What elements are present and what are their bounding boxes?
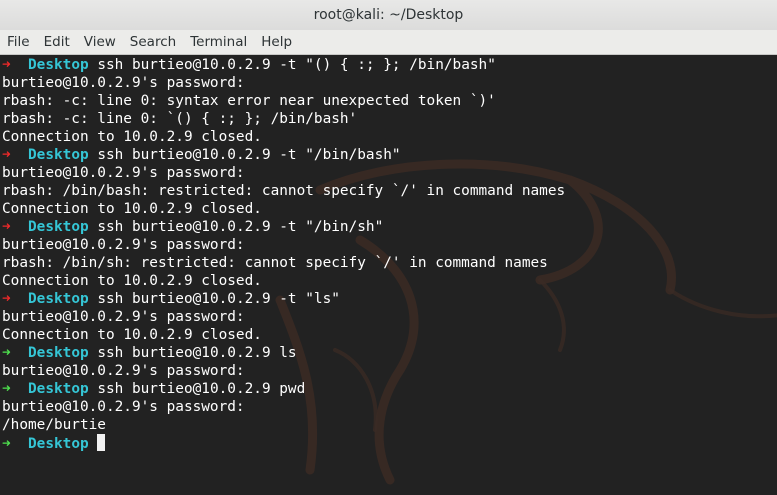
prompt-arrow-icon: ➜ [2,381,11,397]
prompt-directory: Desktop [28,436,89,452]
output-text: rbash: -c: line 0: syntax error near une… [2,93,496,109]
output-text: rbash: -c: line 0: `() { :; }; /bin/bash… [2,111,358,127]
menu-terminal[interactable]: Terminal [183,30,254,55]
output-line: burtieo@10.0.2.9's password: [2,236,565,254]
prompt-line: ➜ Desktop ssh burtieo@10.0.2.9 -t "ls" [2,290,565,308]
prompt-arrow-icon: ➜ [2,219,11,235]
menu-search[interactable]: Search [123,30,183,55]
output-line: burtieo@10.0.2.9's password: [2,308,565,326]
output-text: burtieo@10.0.2.9's password: [2,399,245,415]
prompt-arrow-icon: ➜ [2,57,11,73]
output-line: rbash: /bin/sh: restricted: cannot speci… [2,254,565,272]
output-line: Connection to 10.0.2.9 closed. [2,326,565,344]
output-line: rbash: -c: line 0: `() { :; }; /bin/bash… [2,110,565,128]
command-text: ssh burtieo@10.0.2.9 -t "ls" [97,291,340,307]
output-text: Connection to 10.0.2.9 closed. [2,201,262,217]
output-line: burtieo@10.0.2.9's password: [2,164,565,182]
prompt-line: ➜ Desktop ssh burtieo@10.0.2.9 -t "/bin/… [2,218,565,236]
output-line: /home/burtie [2,416,565,434]
terminal-window: root@kali: ~/Desktop File Edit View Sear… [0,0,777,495]
output-text: burtieo@10.0.2.9's password: [2,363,245,379]
output-line: rbash: /bin/bash: restricted: cannot spe… [2,182,565,200]
menubar: File Edit View Search Terminal Help [0,30,777,55]
prompt-directory: Desktop [28,147,89,163]
output-text: /home/burtie [2,417,106,433]
output-line: Connection to 10.0.2.9 closed. [2,128,565,146]
output-text: burtieo@10.0.2.9's password: [2,75,245,91]
prompt-line: ➜ Desktop ssh burtieo@10.0.2.9 ls [2,344,565,362]
output-text: rbash: /bin/sh: restricted: cannot speci… [2,255,548,271]
output-line: burtieo@10.0.2.9's password: [2,398,565,416]
terminal-output-area[interactable]: ➜ Desktop ssh burtieo@10.0.2.9 -t "() { … [0,55,777,495]
prompt-directory: Desktop [28,381,89,397]
output-text: burtieo@10.0.2.9's password: [2,165,245,181]
command-text: ssh burtieo@10.0.2.9 -t "/bin/sh" [97,219,384,235]
prompt-line: ➜ Desktop ssh burtieo@10.0.2.9 pwd [2,380,565,398]
output-line: Connection to 10.0.2.9 closed. [2,272,565,290]
command-text: ssh burtieo@10.0.2.9 -t "() { :; }; /bin… [97,57,496,73]
output-line: rbash: -c: line 0: syntax error near une… [2,92,565,110]
prompt-line: ➜ Desktop [2,434,565,452]
command-text: ssh burtieo@10.0.2.9 ls [97,345,297,361]
prompt-arrow-icon: ➜ [2,436,11,452]
output-text: Connection to 10.0.2.9 closed. [2,327,262,343]
menu-view[interactable]: View [77,30,123,55]
menu-help[interactable]: Help [254,30,299,55]
output-text: rbash: /bin/bash: restricted: cannot spe… [2,183,566,199]
prompt-directory: Desktop [28,291,89,307]
menu-edit[interactable]: Edit [37,30,77,55]
prompt-directory: Desktop [28,57,89,73]
output-text: Connection to 10.0.2.9 closed. [2,273,262,289]
window-title: root@kali: ~/Desktop [313,7,464,23]
window-titlebar[interactable]: root@kali: ~/Desktop [0,0,777,30]
command-text: ssh burtieo@10.0.2.9 -t "/bin/bash" [97,147,401,163]
prompt-directory: Desktop [28,219,89,235]
command-text: ssh burtieo@10.0.2.9 pwd [97,381,306,397]
output-line: Connection to 10.0.2.9 closed. [2,200,565,218]
output-line: burtieo@10.0.2.9's password: [2,74,565,92]
terminal-cursor [97,434,106,451]
prompt-line: ➜ Desktop ssh burtieo@10.0.2.9 -t "/bin/… [2,146,565,164]
prompt-arrow-icon: ➜ [2,291,11,307]
prompt-arrow-icon: ➜ [2,147,11,163]
output-text: burtieo@10.0.2.9's password: [2,309,245,325]
terminal-lines: ➜ Desktop ssh burtieo@10.0.2.9 -t "() { … [2,56,565,452]
prompt-line: ➜ Desktop ssh burtieo@10.0.2.9 -t "() { … [2,56,565,74]
prompt-directory: Desktop [28,345,89,361]
output-text: burtieo@10.0.2.9's password: [2,237,245,253]
prompt-arrow-icon: ➜ [2,345,11,361]
menu-file[interactable]: File [0,30,37,55]
output-line: burtieo@10.0.2.9's password: [2,362,565,380]
output-text: Connection to 10.0.2.9 closed. [2,129,262,145]
